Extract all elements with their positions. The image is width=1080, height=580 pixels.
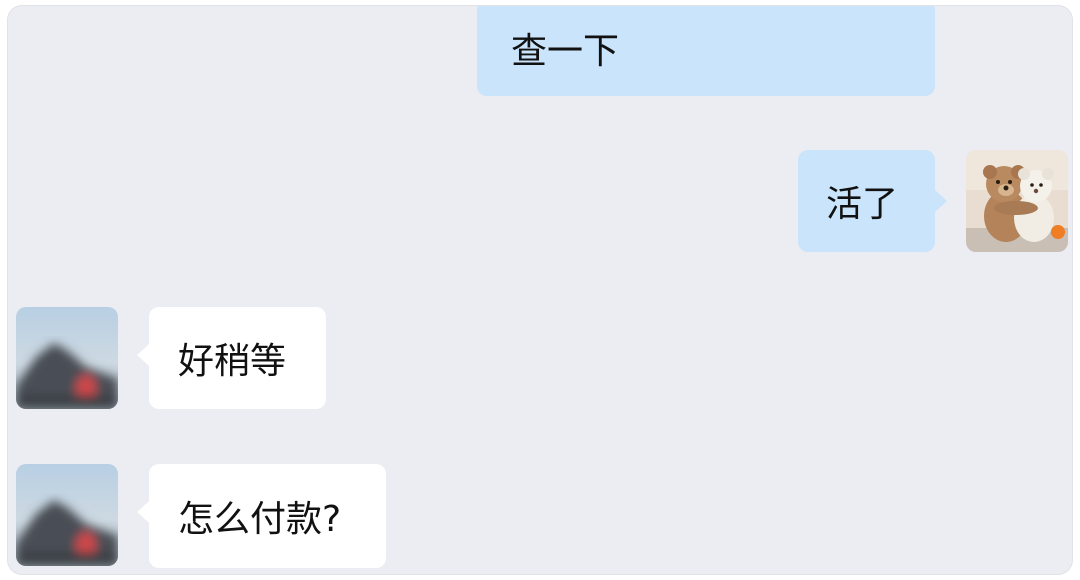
chat-window: 查一下 活了 好稍等 怎么付款? bbox=[8, 6, 1072, 574]
message-text: 好稍等 bbox=[178, 341, 287, 382]
teddy-bears-avatar-icon[interactable] bbox=[966, 150, 1068, 252]
blurred-landscape-avatar-icon[interactable] bbox=[16, 307, 118, 409]
blurred-landscape-avatar-icon[interactable] bbox=[16, 464, 118, 566]
message-bubble-self[interactable]: 查一下 bbox=[477, 6, 935, 96]
teddy-bears-icon bbox=[966, 150, 1068, 252]
message-text: 查一下 bbox=[511, 31, 620, 72]
message-bubble-self[interactable]: 活了 bbox=[798, 150, 935, 252]
bubble-tail bbox=[137, 344, 149, 366]
message-bubble-other[interactable]: 好稍等 bbox=[149, 307, 326, 409]
blurred-landscape-icon bbox=[16, 307, 118, 409]
bubble-tail bbox=[137, 501, 149, 523]
message-bubble-other[interactable]: 怎么付款? bbox=[149, 464, 386, 568]
bubble-tail bbox=[935, 190, 947, 212]
message-text: 怎么付款? bbox=[178, 499, 342, 540]
blurred-landscape-icon bbox=[16, 464, 118, 566]
message-text: 活了 bbox=[826, 184, 899, 225]
